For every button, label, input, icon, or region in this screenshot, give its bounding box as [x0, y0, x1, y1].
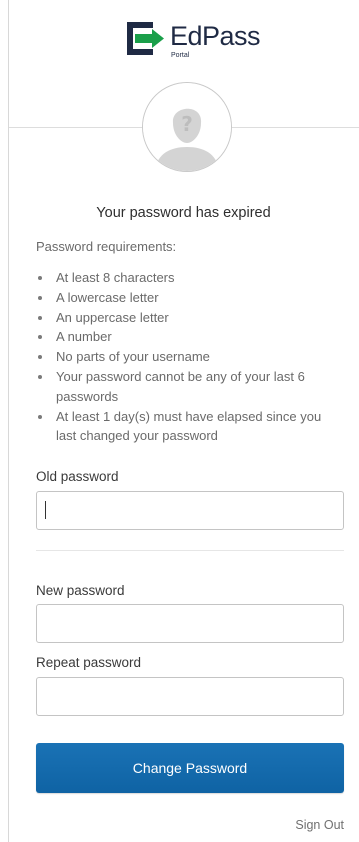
requirement-item: An uppercase letter — [36, 308, 336, 328]
text-cursor — [45, 501, 46, 519]
old-password-label: Old password — [36, 469, 119, 484]
requirements-list: At least 8 characters A lowercase letter… — [36, 268, 336, 446]
repeat-password-label: Repeat password — [36, 655, 142, 670]
requirement-item: A lowercase letter — [36, 288, 336, 308]
page-title: Your password has expired — [96, 205, 271, 221]
unknown-user-icon: ? — [143, 83, 231, 171]
requirements-label: Password requirements: — [36, 239, 177, 254]
sign-out-link[interactable]: Sign Out — [295, 818, 344, 832]
form-divider — [36, 550, 344, 551]
requirement-item: At least 1 day(s) must have elapsed sinc… — [36, 407, 336, 447]
new-password-label: New password — [36, 583, 125, 598]
repeat-password-input[interactable] — [36, 677, 344, 716]
requirement-item: Your password cannot be any of your last… — [36, 367, 336, 407]
header-divider-left — [9, 127, 142, 128]
edpass-logo-icon — [127, 22, 164, 55]
brand-subtitle: Portal — [171, 52, 190, 59]
requirement-item: At least 8 characters — [36, 268, 336, 288]
change-password-button[interactable]: Change Password — [36, 743, 344, 793]
avatar-glyph: ? — [181, 112, 193, 136]
edpass-logo: EdPass Portal — [126, 21, 261, 66]
requirement-item: A number — [36, 327, 336, 347]
header-divider-right — [232, 127, 359, 128]
requirement-item: No parts of your username — [36, 347, 336, 367]
old-password-input[interactable] — [36, 491, 344, 530]
avatar: ? — [142, 82, 232, 172]
brand-name: EdPass — [170, 21, 261, 51]
new-password-input[interactable] — [36, 604, 344, 643]
